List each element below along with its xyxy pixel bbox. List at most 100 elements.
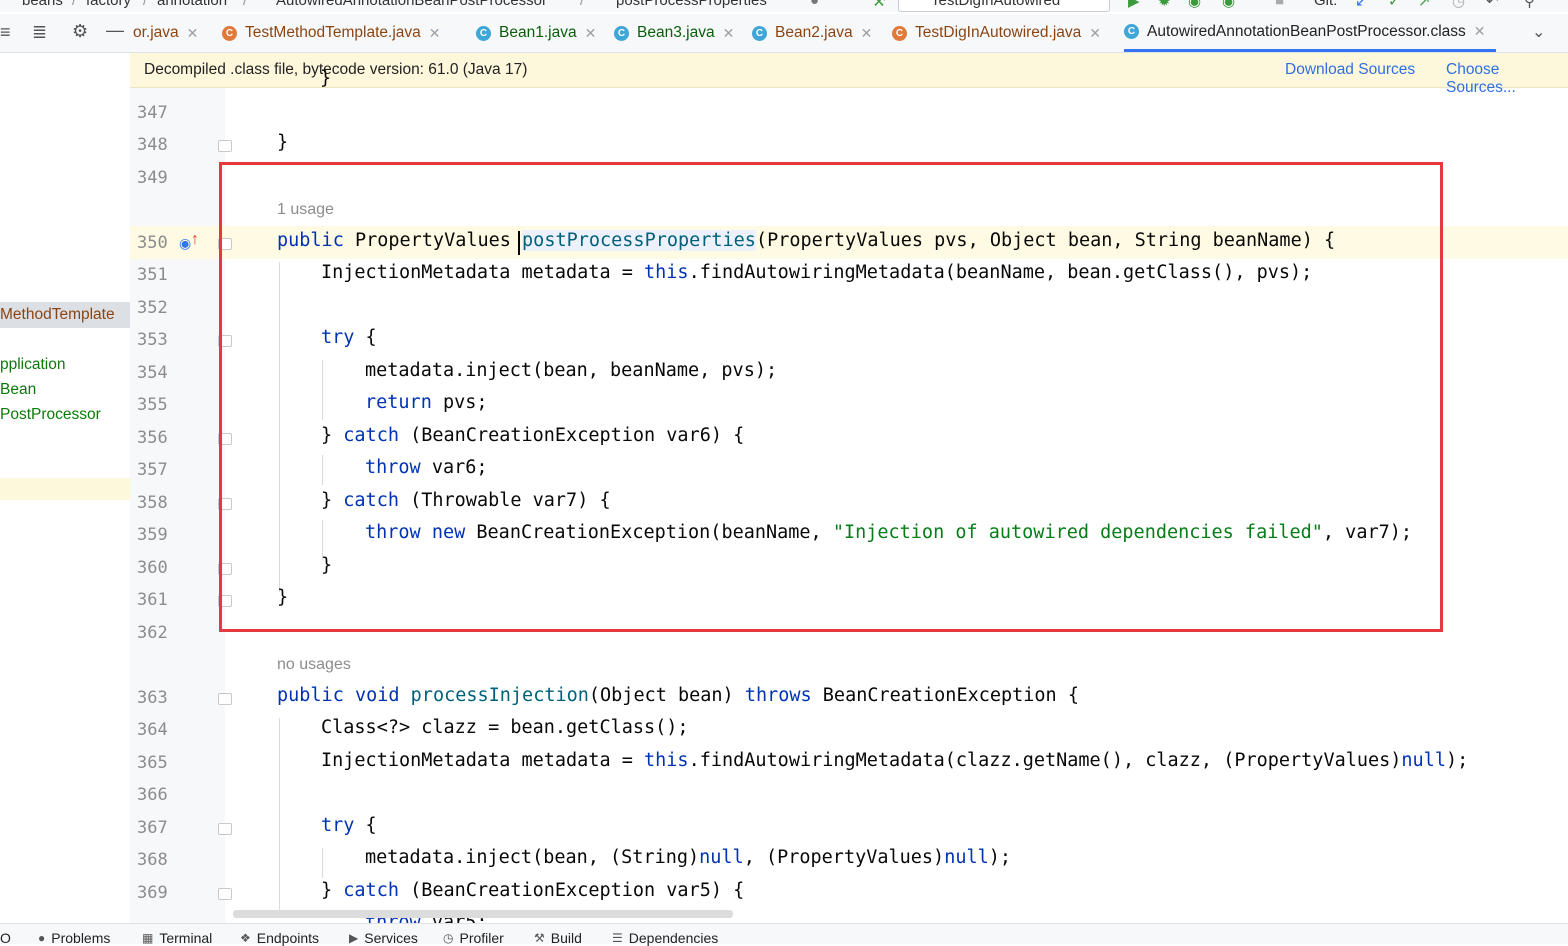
close-icon[interactable]: ✕ [187,25,199,42]
code-line-348: } [277,132,289,153]
hammer-icon[interactable]: ⚒ [872,0,885,10]
project-item[interactable]: pplication [0,356,66,374]
close-icon[interactable]: ✕ [1474,23,1486,40]
rollback-icon[interactable]: ↶ [1486,0,1499,10]
project-panel: MethodTemplate pplication Bean PostProce… [0,53,130,923]
tab-label: or.java [133,24,179,41]
project-item[interactable]: Bean [0,381,36,399]
class-icon: C [1124,24,1139,39]
tool-label: Profiler [459,930,504,946]
tab-testdiginautowired[interactable]: C TestDigInAutowired.java ✕ [892,14,1101,52]
tab-label: Bean1.java [499,24,577,41]
line-number: 348 [137,135,168,155]
tab-autowired-processor[interactable]: C AutowiredAnnotationBeanPostProcessor.c… [1124,14,1496,52]
tool-endpoints[interactable]: ❖ Endpoints [240,930,319,946]
usage-hint[interactable]: no usages [277,656,351,674]
breadcrumb-separator: / [72,0,77,9]
close-icon[interactable]: ✕ [1089,25,1101,42]
breadcrumb-separator: / [243,0,248,9]
tool-build[interactable]: ⚒ Build [534,930,582,946]
keyword: null [1401,750,1446,771]
tool-terminal[interactable]: ▦ Terminal [142,930,212,946]
class-icon: C [614,25,629,41]
code-text: (BeanCreationException var5) { [398,880,745,901]
tool-profiler[interactable]: ◷ Profiler [443,930,504,946]
search-icon[interactable]: ⚲ [1524,0,1535,10]
line-number: 354 [137,363,168,383]
git-commit-icon[interactable]: ✓ [1388,0,1401,10]
line-number: 362 [137,623,168,643]
tab-label: TestMethodTemplate.java [245,24,421,41]
tab-bean2[interactable]: C Bean2.java ✕ [752,14,872,52]
gear-icon[interactable]: ⚙ [72,21,88,42]
line-number: 363 [137,688,168,708]
run-config-label: TestDigInAutowired [931,0,1061,9]
code-text: ); [1445,750,1469,771]
tool-label: Problems [51,930,111,946]
line-number: 356 [137,428,168,448]
keyword: public void [277,685,400,706]
project-selected-row[interactable]: MethodTemplate [0,302,130,328]
arrow-up-icon[interactable]: ↑ [191,231,199,249]
close-icon[interactable]: ✕ [723,25,735,42]
close-icon[interactable]: ✕ [861,25,873,42]
stop-icon[interactable]: ■ [1275,0,1284,9]
code-line-364: Class<?> clazz = bean.getClass(); [321,717,689,738]
history-icon[interactable]: ◷ [1452,0,1465,10]
line-number: 360 [137,558,168,578]
line-number: 355 [137,395,168,415]
expand-all-icon[interactable]: ≣ [32,22,47,43]
git-update-icon[interactable]: ↙ [1355,0,1368,10]
tool-problems[interactable]: ● Problems [38,930,110,946]
coverage-icon[interactable]: ◉ [1188,0,1201,10]
tab-or-java[interactable]: or.java ✕ [133,14,198,52]
tab-bean3[interactable]: C Bean3.java ✕ [614,14,734,52]
class-icon: C [222,25,237,41]
tool-dependencies[interactable]: ☰ Dependencies [612,930,718,946]
chevron-down-icon[interactable]: ⌄ [1532,22,1545,42]
project-item[interactable]: PostProcessor [0,406,101,424]
keyword: this [644,750,689,771]
line-number: 368 [137,850,168,870]
breadcrumb-item[interactable]: beans [22,0,63,9]
breadcrumb-separator: / [580,0,585,9]
close-icon[interactable]: ✕ [585,25,597,42]
override-marker-icon[interactable]: ◉ [179,235,191,252]
debug-icon[interactable]: ✹ [1158,0,1171,10]
tab-label: Bean2.java [775,24,853,41]
project-item: MethodTemplate [0,306,115,323]
class-icon: C [892,25,907,41]
profile-icon[interactable]: ◉ [1222,0,1235,10]
code-text: InjectionMetadata metadata = [321,750,645,771]
tool-window-bar: O ● Problems ▦ Terminal ❖ Endpoints ▶ Servic… [0,923,1568,946]
breadcrumb-item[interactable]: postProcessProperties [616,0,767,9]
method-name[interactable]: processInjection [411,685,589,706]
collapse-all-icon[interactable]: ≡ [0,22,11,43]
tool-label: Endpoints [256,930,320,946]
tool-overflow[interactable]: O [0,930,11,946]
breadcrumb-item[interactable]: annotation [157,0,227,9]
banner-message: Decompiled .class file, bytecode version… [144,61,528,78]
download-sources-link[interactable]: Download Sources [1285,61,1415,79]
code-text: Class<?> clazz = bean.getClass(); [321,717,689,738]
code-text: } [321,880,344,901]
code-text: (Object bean) [588,685,745,706]
breadcrumb-item[interactable]: AutowiredAnnotationBeanPostProcessor [276,0,547,9]
horizontal-scrollbar[interactable] [233,910,733,918]
minimize-icon[interactable]: — [106,20,124,41]
code-text: ); [988,847,1012,868]
breadcrumb-item[interactable]: factory [86,0,131,9]
tab-bean1[interactable]: C Bean1.java ✕ [476,14,596,52]
close-icon[interactable]: ✕ [429,25,441,42]
run-config-select[interactable]: TestDigInAutowired [898,0,1110,12]
user-icon[interactable]: ● [810,0,819,9]
tool-services[interactable]: ▶ Services [349,930,418,946]
code-text: , (PropertyValues) [743,847,945,868]
code-text: { [354,815,377,836]
git-push-icon[interactable]: ↗ [1418,0,1431,10]
tab-testmethodtemplate[interactable]: C TestMethodTemplate.java ✕ [222,14,441,52]
run-icon[interactable]: ▶ [1128,0,1140,10]
line-number: 353 [137,330,168,350]
line-number: 357 [137,460,168,480]
